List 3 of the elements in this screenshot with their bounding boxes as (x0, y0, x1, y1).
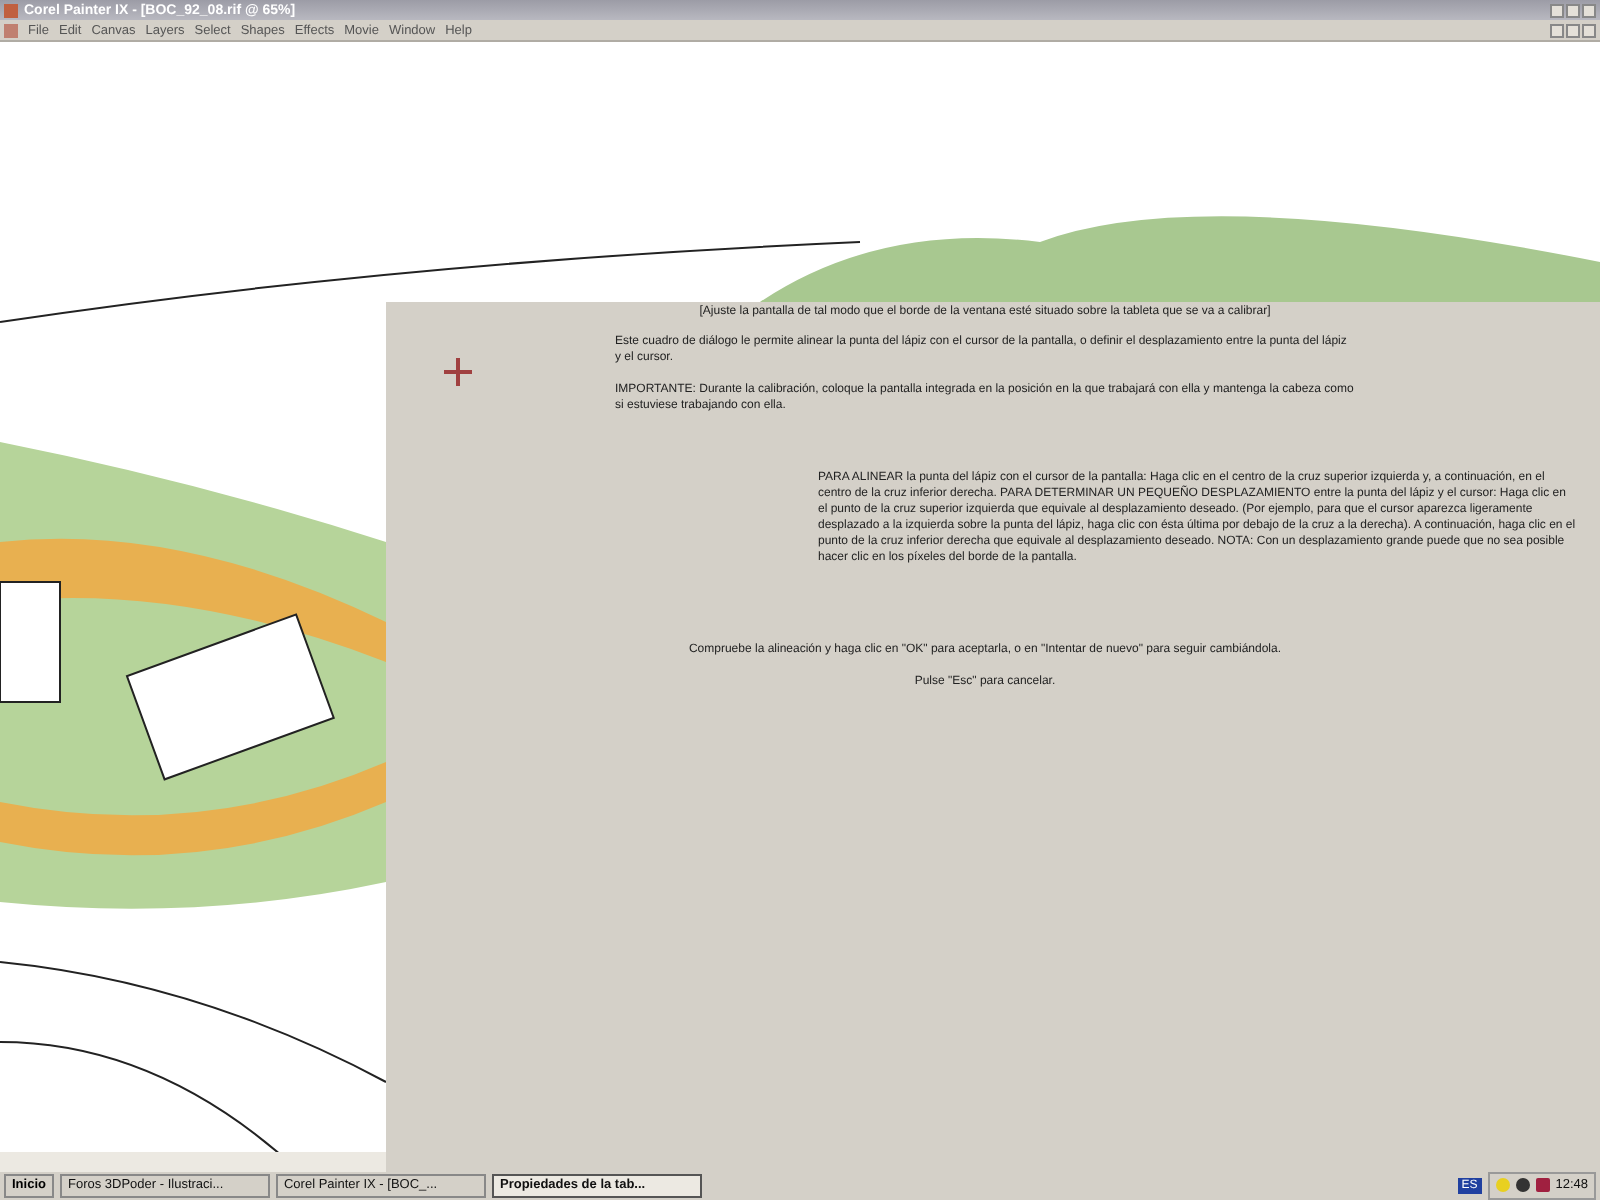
maximize-button[interactable] (1566, 3, 1580, 17)
restore-button[interactable] (1566, 23, 1580, 37)
crosshair-icon[interactable] (444, 358, 472, 386)
